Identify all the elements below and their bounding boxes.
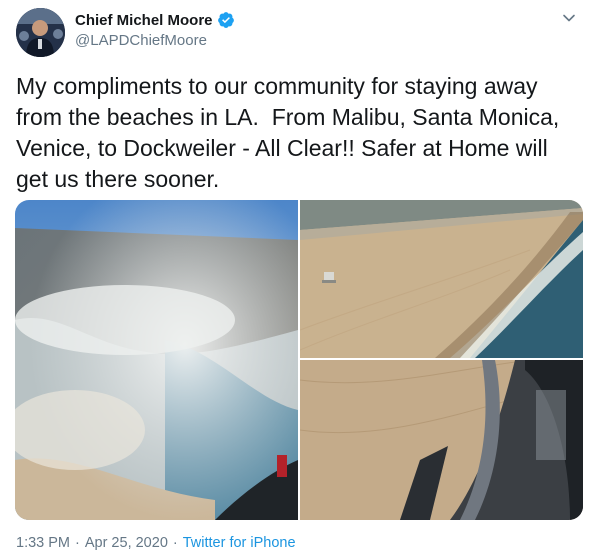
author-handle[interactable]: @LAPDChiefMoore <box>75 32 235 49</box>
avatar[interactable] <box>16 8 65 57</box>
tweet-card: Chief Michel Moore @LAPDChiefMoore My co… <box>0 0 589 560</box>
author-name[interactable]: Chief Michel Moore <box>75 12 213 29</box>
tweet-text: My compliments to our community for stay… <box>16 73 566 192</box>
meta-separator: · <box>172 535 178 551</box>
media-grid <box>15 200 583 520</box>
author-info[interactable]: Chief Michel Moore @LAPDChiefMoore <box>75 9 235 49</box>
photo-empty-beach[interactable] <box>300 200 583 358</box>
chevron-down-icon[interactable] <box>561 10 577 26</box>
tweet-meta: 1:33 PM · Apr 25, 2020 · Twitter for iPh… <box>16 535 296 551</box>
verified-badge-icon <box>217 11 235 29</box>
tweet-time[interactable]: 1:33 PM <box>16 535 70 551</box>
photo-helicopter-view[interactable] <box>300 360 583 520</box>
tweet-source-link[interactable]: Twitter for iPhone <box>183 535 296 551</box>
author-name-row: Chief Michel Moore <box>75 9 235 31</box>
photo-aerial-coast[interactable] <box>15 200 298 520</box>
meta-separator: · <box>75 535 80 551</box>
tweet-date[interactable]: Apr 25, 2020 <box>85 535 168 551</box>
